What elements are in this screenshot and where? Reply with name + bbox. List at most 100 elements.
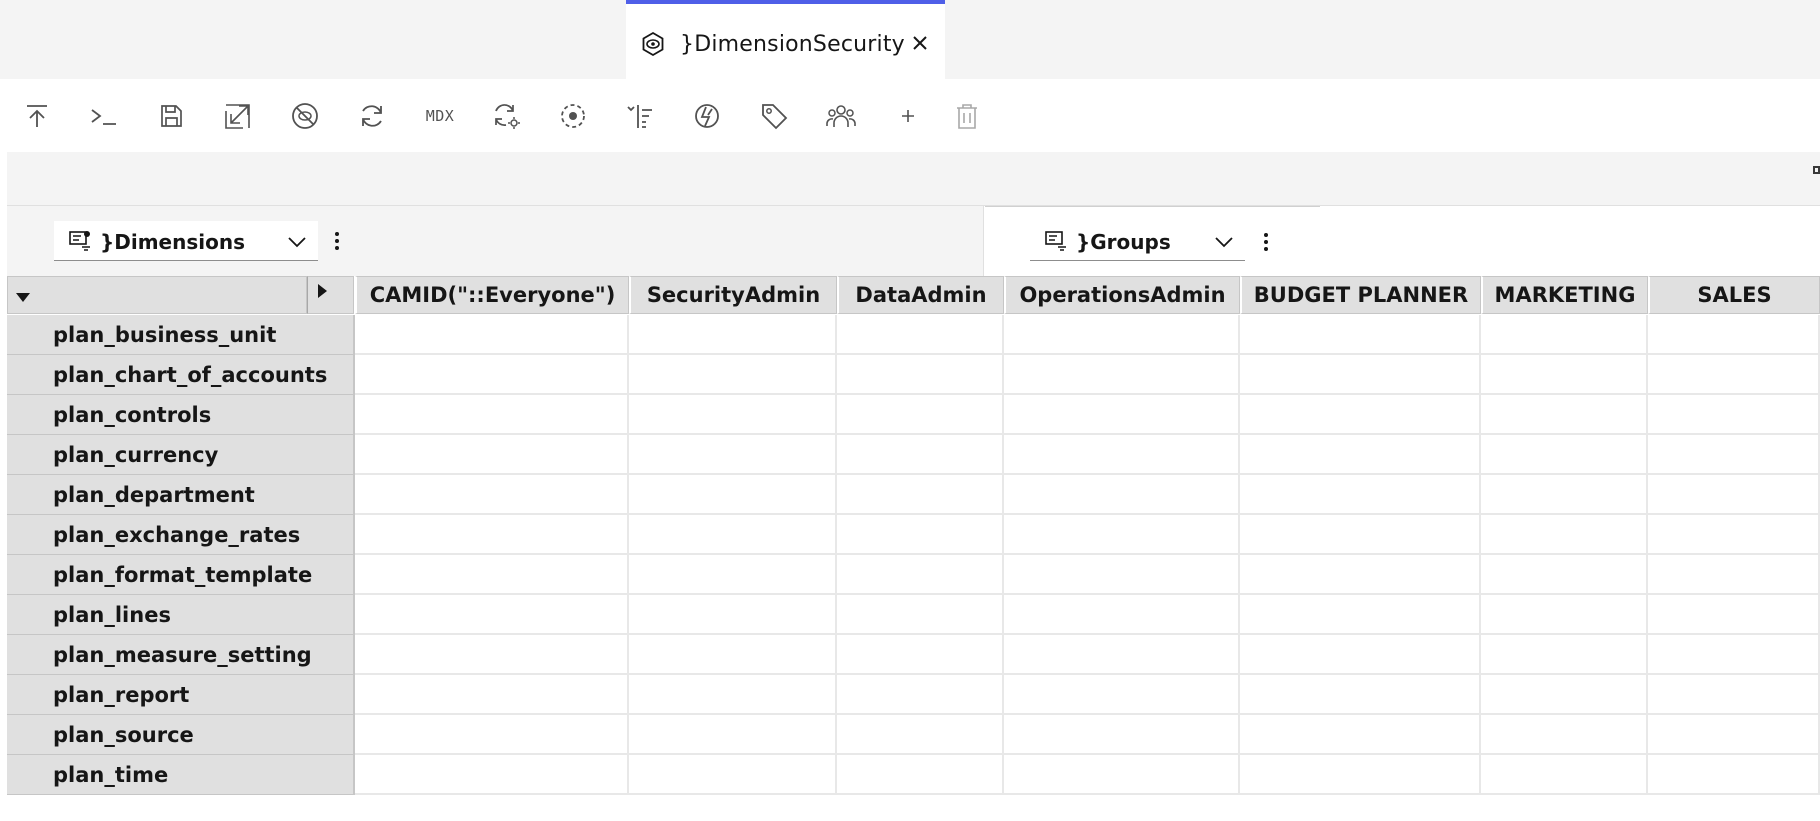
- grid-cell[interactable]: [837, 635, 1004, 675]
- grid-cell[interactable]: [1240, 355, 1481, 395]
- grid-cell[interactable]: [629, 555, 837, 595]
- grid-cell[interactable]: [355, 675, 629, 715]
- column-header[interactable]: OperationsAdmin: [1004, 276, 1240, 314]
- grid-cell[interactable]: [629, 715, 837, 755]
- add-button[interactable]: [891, 99, 925, 133]
- refresh-button[interactable]: [355, 99, 389, 133]
- grid-cell[interactable]: [1240, 515, 1481, 555]
- save-button[interactable]: [154, 99, 188, 133]
- grid-cell[interactable]: [1648, 755, 1820, 795]
- row-header[interactable]: plan_source: [7, 715, 355, 755]
- grid-cell[interactable]: [837, 755, 1004, 795]
- grid-cell[interactable]: [837, 395, 1004, 435]
- grid-cell[interactable]: [1240, 675, 1481, 715]
- grid-cell[interactable]: [1481, 595, 1648, 635]
- row-header[interactable]: plan_report: [7, 675, 355, 715]
- grid-cell[interactable]: [1648, 475, 1820, 515]
- grid-cell[interactable]: [629, 315, 837, 355]
- delete-button[interactable]: [950, 99, 984, 133]
- grid-cell[interactable]: [629, 515, 837, 555]
- row-header[interactable]: plan_currency: [7, 435, 355, 475]
- grid-cell[interactable]: [837, 555, 1004, 595]
- upload-button[interactable]: [20, 99, 54, 133]
- columns-overflow-menu[interactable]: [1256, 227, 1276, 257]
- close-icon[interactable]: [908, 31, 932, 55]
- grid-cell[interactable]: [355, 475, 629, 515]
- column-header[interactable]: CAMID("::Everyone"): [355, 276, 629, 314]
- grid-cell[interactable]: [1240, 595, 1481, 635]
- row-header[interactable]: plan_measure_setting: [7, 635, 355, 675]
- grid-cell[interactable]: [355, 515, 629, 555]
- grid-cell[interactable]: [355, 435, 629, 475]
- grid-cell[interactable]: [837, 595, 1004, 635]
- grid-cell[interactable]: [355, 715, 629, 755]
- auto-refresh-button[interactable]: [489, 99, 523, 133]
- row-header[interactable]: plan_chart_of_accounts: [7, 355, 355, 395]
- grid-cell[interactable]: [355, 755, 629, 795]
- grid-cell[interactable]: [837, 435, 1004, 475]
- hide-empty-button[interactable]: [288, 99, 322, 133]
- grid-cell[interactable]: [1004, 395, 1240, 435]
- rows-subset-dropdown[interactable]: }Dimensions: [54, 221, 318, 261]
- grid-cell[interactable]: [1648, 395, 1820, 435]
- grid-cell[interactable]: [355, 555, 629, 595]
- grid-cell[interactable]: [1648, 435, 1820, 475]
- grid-cell[interactable]: [1648, 355, 1820, 395]
- grid-cell[interactable]: [1648, 595, 1820, 635]
- grid-cell[interactable]: [1481, 355, 1648, 395]
- grid-cell[interactable]: [1481, 755, 1648, 795]
- sort-button[interactable]: [623, 99, 657, 133]
- grid-cell[interactable]: [1648, 555, 1820, 595]
- grid-cell[interactable]: [629, 595, 837, 635]
- grid-cell[interactable]: [629, 635, 837, 675]
- grid-cell[interactable]: [1240, 395, 1481, 435]
- grid-cell[interactable]: [1240, 755, 1481, 795]
- grid-cell[interactable]: [1004, 595, 1240, 635]
- grid-cell[interactable]: [1481, 395, 1648, 435]
- row-header[interactable]: plan_lines: [7, 595, 355, 635]
- resize-button[interactable]: [221, 99, 255, 133]
- grid-cell[interactable]: [1004, 755, 1240, 795]
- columns-subset-dropdown[interactable]: }Groups: [1030, 221, 1245, 261]
- users-button[interactable]: [824, 99, 858, 133]
- grid-cell[interactable]: [355, 395, 629, 435]
- row-header[interactable]: plan_exchange_rates: [7, 515, 355, 555]
- caret-down-icon[interactable]: [16, 293, 30, 302]
- mdx-button[interactable]: MDX: [422, 99, 458, 133]
- grid-cell[interactable]: [1648, 715, 1820, 755]
- column-header[interactable]: SALES: [1648, 276, 1820, 314]
- grid-cell[interactable]: [1648, 675, 1820, 715]
- grid-cell[interactable]: [1240, 715, 1481, 755]
- grid-cell[interactable]: [1004, 635, 1240, 675]
- console-button[interactable]: [87, 99, 121, 133]
- tab-dimension-security[interactable]: }DimensionSecurity: [626, 0, 945, 79]
- grid-cell[interactable]: [629, 355, 837, 395]
- grid-cell[interactable]: [1004, 675, 1240, 715]
- grid-cell[interactable]: [629, 755, 837, 795]
- grid-cell[interactable]: [1481, 715, 1648, 755]
- grid-cell[interactable]: [1481, 435, 1648, 475]
- grid-cell[interactable]: [1240, 555, 1481, 595]
- row-header[interactable]: plan_department: [7, 475, 355, 515]
- grid-cell[interactable]: [1004, 435, 1240, 475]
- grid-cell[interactable]: [1481, 675, 1648, 715]
- grid-cell[interactable]: [1648, 635, 1820, 675]
- grid-cell[interactable]: [1648, 315, 1820, 355]
- grid-cell[interactable]: [1004, 475, 1240, 515]
- row-header[interactable]: plan_time: [7, 755, 355, 795]
- column-header[interactable]: MARKETING: [1481, 276, 1648, 314]
- grid-cell[interactable]: [355, 355, 629, 395]
- grid-cell[interactable]: [837, 315, 1004, 355]
- grid-cell[interactable]: [1481, 315, 1648, 355]
- grid-cell[interactable]: [1240, 475, 1481, 515]
- grid-cell[interactable]: [1648, 515, 1820, 555]
- grid-cell[interactable]: [1481, 475, 1648, 515]
- grid-cell[interactable]: [629, 475, 837, 515]
- grid-cell[interactable]: [629, 395, 837, 435]
- panel-toggle-icon[interactable]: [1813, 166, 1820, 174]
- grid-cell[interactable]: [1004, 315, 1240, 355]
- grid-cell[interactable]: [1004, 355, 1240, 395]
- column-header[interactable]: BUDGET PLANNER: [1240, 276, 1481, 314]
- zero-suppress-button[interactable]: [690, 99, 724, 133]
- row-header[interactable]: plan_format_template: [7, 555, 355, 595]
